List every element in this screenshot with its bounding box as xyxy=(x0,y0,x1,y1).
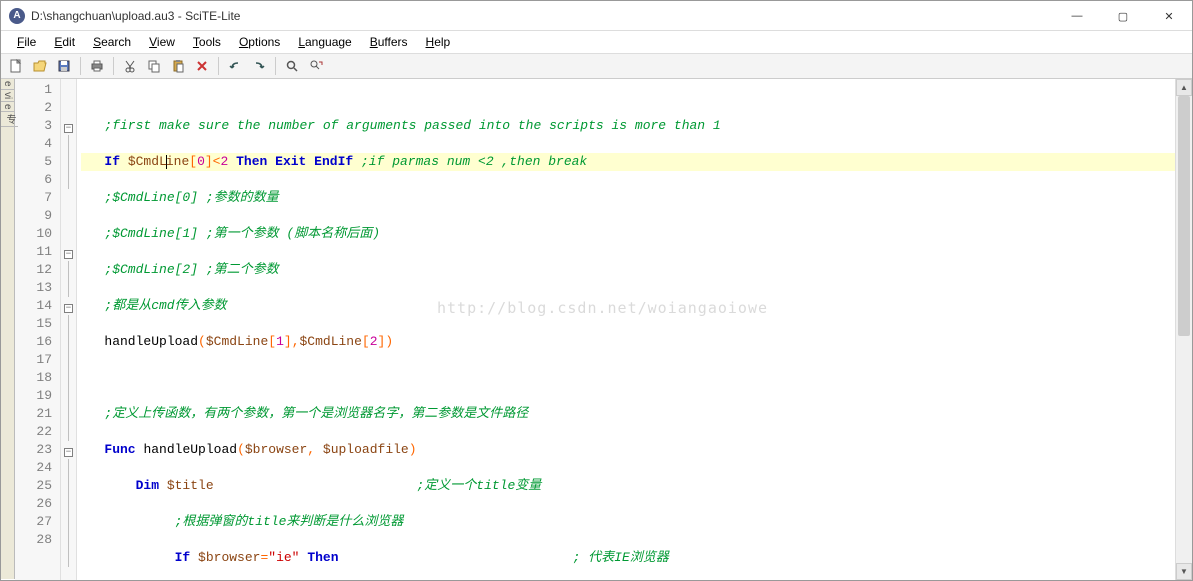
fold-toggle-icon[interactable]: − xyxy=(64,448,73,457)
side-panel-tabs[interactable]: e vi e 专 xyxy=(1,79,15,579)
find-icon[interactable] xyxy=(281,56,303,76)
line-number[interactable]: 9 xyxy=(15,207,52,225)
line-number[interactable]: 27 xyxy=(15,513,52,531)
menu-options[interactable]: Options xyxy=(231,33,288,51)
save-icon[interactable] xyxy=(53,56,75,76)
replace-icon[interactable] xyxy=(305,56,327,76)
redo-icon[interactable] xyxy=(248,56,270,76)
fold-toggle-icon[interactable]: − xyxy=(64,304,73,313)
new-file-icon[interactable] xyxy=(5,56,27,76)
line-number[interactable]: 22 xyxy=(15,423,52,441)
print-icon[interactable] xyxy=(86,56,108,76)
line-number[interactable]: 7 xyxy=(15,189,52,207)
toolbar-separator xyxy=(80,57,81,75)
line-number[interactable]: 28 xyxy=(15,531,52,549)
undo-icon[interactable] xyxy=(224,56,246,76)
line-number[interactable]: 5 xyxy=(15,153,52,171)
fold-toggle-icon[interactable]: − xyxy=(64,250,73,259)
line-number[interactable]: 17 xyxy=(15,351,52,369)
close-button[interactable]: ✕ xyxy=(1146,1,1192,31)
line-number[interactable]: 19 xyxy=(15,387,52,405)
fold-margin[interactable]: − − − − xyxy=(61,79,77,580)
cut-icon[interactable] xyxy=(119,56,141,76)
line-number[interactable]: 14 xyxy=(15,297,52,315)
open-file-icon[interactable] xyxy=(29,56,51,76)
menubar: File Edit Search View Tools Options Lang… xyxy=(1,31,1192,53)
line-number[interactable]: 2 xyxy=(15,99,52,117)
titlebar: A D:\shangchuan\upload.au3 - SciTE-Lite … xyxy=(1,1,1192,31)
side-tab[interactable]: 专 xyxy=(1,112,18,127)
line-number[interactable]: 26 xyxy=(15,495,52,513)
delete-icon[interactable] xyxy=(191,56,213,76)
line-number[interactable]: 1 xyxy=(15,81,52,99)
scrollbar-thumb[interactable] xyxy=(1178,96,1190,336)
line-number[interactable]: 3 xyxy=(15,117,52,135)
app-icon: A xyxy=(9,8,25,24)
code-editor[interactable]: http://blog.csdn.net/woiangaoiowe ;first… xyxy=(77,79,1175,580)
window-title: D:\shangchuan\upload.au3 - SciTE-Lite xyxy=(31,9,240,23)
toolbar xyxy=(1,53,1192,79)
line-number[interactable]: 12 xyxy=(15,261,52,279)
line-number[interactable]: 21 xyxy=(15,405,52,423)
line-number[interactable]: 6 xyxy=(15,171,52,189)
line-number[interactable]: 15 xyxy=(15,315,52,333)
side-tab[interactable]: e xyxy=(1,79,14,90)
line-number-gutter[interactable]: 1 2 3 4 5 6 7 9 10 11 12 13 14 15 16 17 … xyxy=(15,79,61,580)
side-tab[interactable]: e xyxy=(1,102,14,113)
toolbar-separator xyxy=(113,57,114,75)
side-tab[interactable]: vi xyxy=(1,90,14,102)
main-window: A D:\shangchuan\upload.au3 - SciTE-Lite … xyxy=(0,0,1193,581)
menu-language[interactable]: Language xyxy=(290,33,359,51)
paste-icon[interactable] xyxy=(167,56,189,76)
menu-tools[interactable]: Tools xyxy=(185,33,229,51)
line-number[interactable]: 18 xyxy=(15,369,52,387)
toolbar-separator xyxy=(275,57,276,75)
menu-search[interactable]: Search xyxy=(85,33,139,51)
menu-edit[interactable]: Edit xyxy=(46,33,83,51)
menu-view[interactable]: View xyxy=(141,33,183,51)
editor-area: 1 2 3 4 5 6 7 9 10 11 12 13 14 15 16 17 … xyxy=(15,79,1192,580)
copy-icon[interactable] xyxy=(143,56,165,76)
scroll-down-icon[interactable]: ▼ xyxy=(1176,563,1192,580)
line-number[interactable]: 25 xyxy=(15,477,52,495)
menu-help[interactable]: Help xyxy=(418,33,459,51)
scroll-up-icon[interactable]: ▲ xyxy=(1176,79,1192,96)
minimize-button[interactable]: — xyxy=(1054,1,1100,31)
maximize-button[interactable]: ▢ xyxy=(1100,1,1146,31)
line-number[interactable]: 4 xyxy=(15,135,52,153)
fold-toggle-icon[interactable]: − xyxy=(64,124,73,133)
line-number[interactable]: 11 xyxy=(15,243,52,261)
line-number[interactable]: 16 xyxy=(15,333,52,351)
line-number[interactable]: 24 xyxy=(15,459,52,477)
menu-file[interactable]: File xyxy=(9,33,44,51)
vertical-scrollbar[interactable]: ▲ ▼ xyxy=(1175,79,1192,580)
line-number[interactable]: 23 xyxy=(15,441,52,459)
line-number[interactable]: 13 xyxy=(15,279,52,297)
menu-buffers[interactable]: Buffers xyxy=(362,33,416,51)
line-number[interactable]: 10 xyxy=(15,225,52,243)
toolbar-separator xyxy=(218,57,219,75)
